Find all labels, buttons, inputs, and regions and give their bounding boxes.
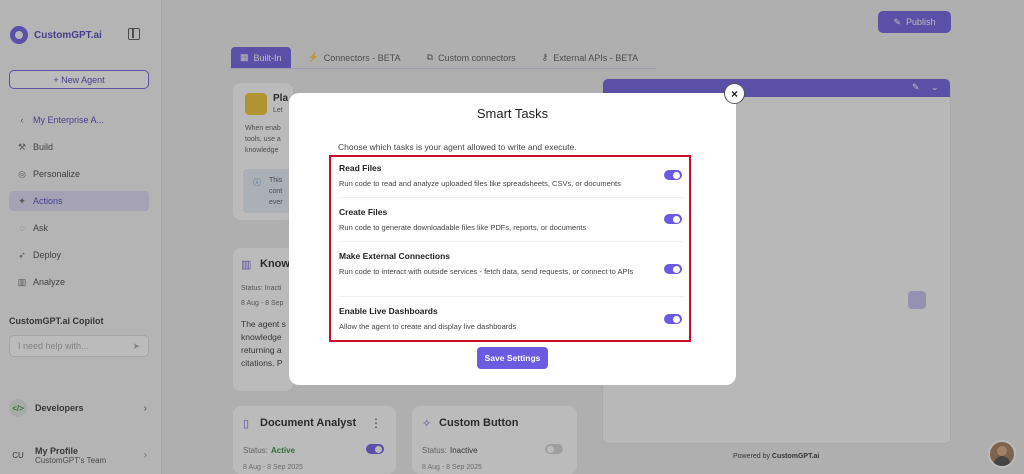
divider xyxy=(339,241,684,242)
task-live-dashboards: Enable Live Dashboards Allow the agent t… xyxy=(339,306,684,332)
task-description: Allow the agent to create and display li… xyxy=(339,322,517,331)
smart-tasks-modal: Smart Tasks Choose which tasks is your a… xyxy=(289,93,736,385)
task-name: Make External Connections xyxy=(339,251,451,261)
read-files-toggle[interactable] xyxy=(664,170,682,180)
task-description: Run code to generate downloadable files … xyxy=(339,223,587,232)
task-name: Create Files xyxy=(339,207,388,217)
task-description: Run code to read and analyze uploaded fi… xyxy=(339,179,621,188)
external-connections-toggle[interactable] xyxy=(664,264,682,274)
modal-title: Smart Tasks xyxy=(476,106,549,121)
task-external-connections: Make External Connections Run code to in… xyxy=(339,251,684,277)
task-name: Enable Live Dashboards xyxy=(339,306,438,316)
task-name: Read Files xyxy=(339,163,382,173)
divider xyxy=(339,296,684,297)
live-dashboards-toggle[interactable] xyxy=(664,314,682,324)
task-create-files: Create Files Run code to generate downlo… xyxy=(339,207,684,233)
task-read-files: Read Files Run code to read and analyze … xyxy=(339,163,684,189)
task-list: Read Files Run code to read and analyze … xyxy=(329,155,691,342)
divider xyxy=(339,197,684,198)
create-files-toggle[interactable] xyxy=(664,214,682,224)
task-description: Run code to interact with outside servic… xyxy=(339,267,634,276)
save-settings-button[interactable]: Save Settings xyxy=(477,347,548,369)
modal-subtitle: Choose which tasks is your agent allowed… xyxy=(338,142,577,152)
close-icon[interactable]: × xyxy=(724,83,745,104)
